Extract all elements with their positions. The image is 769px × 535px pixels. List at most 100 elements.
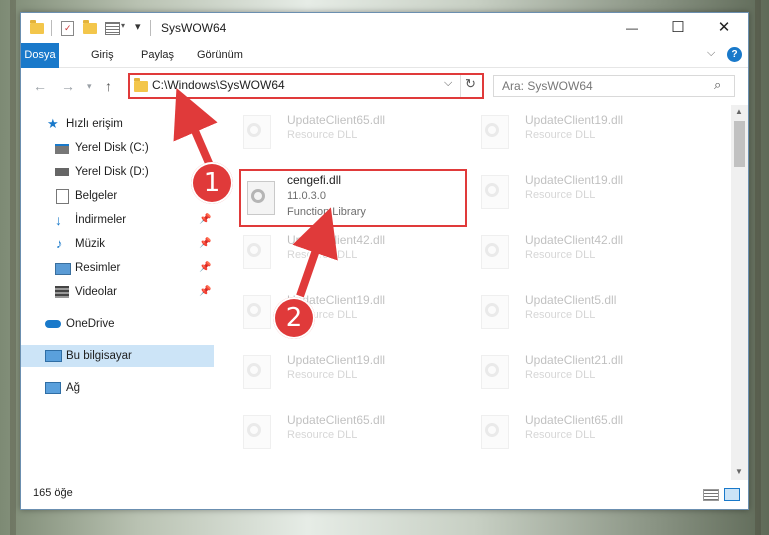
view-options-icon[interactable]	[105, 22, 120, 35]
close-button[interactable]: ✕	[701, 13, 747, 43]
file-item[interactable]: UpdateClient19.dll Resource DLL	[231, 347, 461, 397]
window-title: SysWOW64	[161, 21, 227, 35]
sidebar-item-label: Hızlı erişim	[66, 118, 123, 130]
sidebar-item-music[interactable]: ♪ Müzik 📌	[21, 233, 214, 255]
pin-icon[interactable]: 📌	[199, 281, 211, 303]
address-path[interactable]: C:\Windows\SysWOW64	[152, 78, 285, 92]
pin-icon[interactable]: 📌	[199, 209, 211, 231]
file-item[interactable]: UpdateClient65.dll Resource DLL	[469, 407, 699, 457]
file-name: UpdateClient19.dll	[525, 173, 624, 187]
gear-icon	[485, 123, 499, 137]
music-icon: ♪	[56, 236, 63, 251]
cloud-icon	[45, 320, 61, 328]
customize-toolbar-icon[interactable]: ▾	[135, 20, 141, 33]
gear-icon	[247, 303, 261, 317]
gear-icon	[485, 363, 499, 377]
status-bar: 165 öğe	[21, 481, 748, 509]
chevron-down-icon[interactable]: ▾	[121, 21, 125, 30]
file-name: UpdateClient21.dll	[525, 353, 624, 367]
file-type: Resource DLL	[525, 189, 596, 201]
recent-locations-icon[interactable]: ▾	[87, 81, 92, 92]
file-item[interactable]: UpdateClient42.dll Resource DLL	[231, 227, 461, 277]
ribbon-expand-icon[interactable]: ⌵	[707, 47, 715, 60]
details-view-icon[interactable]	[703, 489, 719, 501]
large-icons-view-icon[interactable]	[724, 488, 740, 501]
sidebar-item-network[interactable]: Ağ	[21, 377, 214, 399]
tab-home[interactable]: Giriş	[83, 43, 122, 67]
file-type: Resource DLL	[287, 429, 358, 441]
file-name: UpdateClient19.dll	[287, 353, 386, 367]
gear-icon	[485, 303, 499, 317]
maximize-button[interactable]: ☐	[655, 13, 701, 43]
star-icon: ★	[47, 116, 59, 131]
file-name: UpdateClient5.dll	[525, 293, 617, 307]
refresh-icon[interactable]: ↻	[465, 76, 476, 92]
search-box[interactable]: Ara: SysWOW64 ⌕	[493, 75, 735, 97]
file-name: UpdateClient65.dll	[287, 413, 386, 427]
sidebar-item-onedrive[interactable]: OneDrive	[21, 313, 214, 335]
up-icon[interactable]: ↑	[105, 78, 112, 94]
forward-icon[interactable]: →	[61, 78, 75, 94]
sidebar-item-label: Yerel Disk (C:)	[75, 142, 149, 154]
chevron-down-icon[interactable]: ⌵	[444, 77, 452, 90]
gear-icon	[247, 123, 261, 137]
file-item[interactable]: UpdateClient65.dll Resource DLL	[231, 107, 461, 157]
ribbon-tabs: Dosya Giriş Paylaş Görünüm ⌵ ?	[21, 43, 748, 93]
file-item[interactable]: UpdateClient19.dll Resource DLL	[231, 287, 461, 337]
scroll-down-icon[interactable]: ▼	[735, 467, 743, 476]
separator	[150, 20, 151, 36]
new-folder-icon[interactable]	[83, 20, 97, 34]
file-item[interactable]: UpdateClient21.dll Resource DLL	[469, 347, 699, 397]
gear-icon	[247, 243, 261, 257]
tab-share[interactable]: Paylaş	[133, 43, 182, 67]
sidebar-item-this-pc[interactable]: Bu bilgisayar	[21, 345, 214, 367]
sidebar-item-documents[interactable]: Belgeler 📌	[21, 185, 214, 207]
properties-icon[interactable]: ✓	[61, 21, 74, 36]
file-item[interactable]: UpdateClient19.dll Resource DLL	[469, 167, 699, 217]
file-type: Resource DLL	[525, 429, 596, 441]
folder-icon	[134, 78, 148, 92]
network-icon	[45, 382, 61, 394]
drive-icon	[55, 168, 69, 176]
file-name: UpdateClient19.dll	[525, 113, 624, 127]
scroll-up-icon[interactable]: ▲	[735, 107, 743, 116]
sidebar-item-label: Bu bilgisayar	[66, 350, 132, 362]
file-item-cengefi[interactable]: cengefi.dll 11.0.3.0 Function Library	[239, 169, 467, 227]
separator	[51, 20, 52, 36]
help-icon[interactable]: ?	[727, 47, 742, 62]
gear-icon	[485, 423, 499, 437]
file-name: UpdateClient42.dll	[287, 233, 386, 247]
file-item[interactable]: UpdateClient19.dll Resource DLL	[469, 107, 699, 157]
file-description: Function Library	[287, 206, 366, 218]
sidebar-item-drive-c[interactable]: Yerel Disk (C:)	[21, 137, 214, 159]
gear-icon	[251, 189, 265, 203]
downloads-icon: ↓	[55, 212, 62, 228]
sidebar-item-quick-access[interactable]: ★ Hızlı erişim	[21, 113, 214, 135]
file-item[interactable]: UpdateClient42.dll Resource DLL	[469, 227, 699, 277]
back-icon[interactable]: ←	[33, 78, 47, 94]
file-item[interactable]: UpdateClient65.dll Resource DLL	[231, 407, 461, 457]
pictures-icon	[55, 263, 71, 275]
computer-icon	[45, 350, 62, 362]
drive-icon	[55, 144, 69, 154]
sidebar-item-downloads[interactable]: ↓ İndirmeler 📌	[21, 209, 214, 231]
address-row: ← → ▾ ↑ C:\Windows\SysWOW64 ⌵ ↻ Ara: Sys…	[21, 68, 748, 104]
sidebar-item-drive-d[interactable]: Yerel Disk (D:)	[21, 161, 214, 183]
search-input[interactable]: Ara: SysWOW64	[502, 79, 593, 93]
file-list: UpdateClient65.dll Resource DLL UpdateCl…	[231, 105, 736, 480]
scrollbar-thumb[interactable]	[734, 121, 745, 167]
sidebar-item-pictures[interactable]: Resimler 📌	[21, 257, 214, 279]
file-item[interactable]: UpdateClient5.dll Resource DLL	[469, 287, 699, 337]
pin-icon[interactable]: 📌	[199, 257, 211, 279]
vertical-scrollbar[interactable]: ▲ ▼	[731, 105, 748, 480]
title-bar: ✓ ▾ ▾ SysWOW64 — ☐ ✕	[21, 13, 748, 43]
sidebar-item-label: OneDrive	[66, 318, 115, 330]
sidebar-item-label: Belgeler	[75, 190, 118, 202]
tab-view[interactable]: Görünüm	[189, 43, 251, 67]
navigation-pane: ★ Hızlı erişim Yerel Disk (C:) Yerel Dis…	[21, 105, 214, 480]
address-bar[interactable]: C:\Windows\SysWOW64 ⌵ ↻	[128, 73, 484, 99]
sidebar-item-videos[interactable]: Videolar 📌	[21, 281, 214, 303]
minimize-button[interactable]: —	[609, 13, 655, 43]
search-icon[interactable]: ⌕	[714, 77, 721, 93]
pin-icon[interactable]: 📌	[199, 233, 211, 255]
